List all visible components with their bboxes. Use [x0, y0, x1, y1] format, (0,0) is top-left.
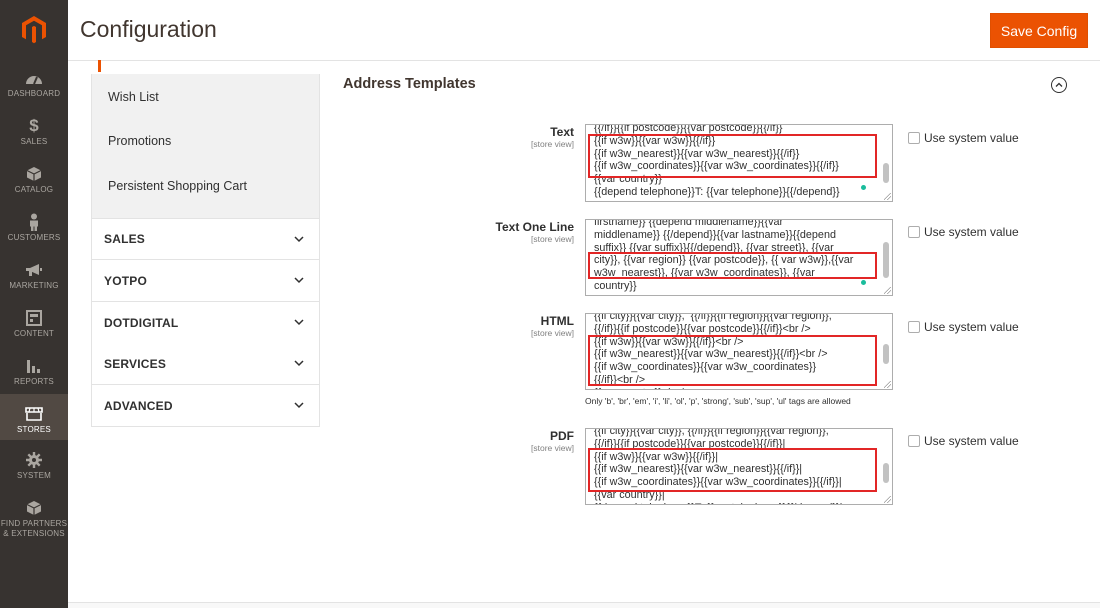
section-yotpo[interactable]: YOTPO: [91, 260, 320, 302]
checkbox-label: Use system value: [924, 131, 1019, 145]
status-dot: [861, 185, 866, 190]
tab-wish-list[interactable]: Wish List: [108, 90, 159, 104]
group-title: Address Templates: [343, 76, 476, 92]
bar-chart-icon: [26, 356, 42, 376]
nav-label: & EXTENSIONS: [3, 529, 65, 538]
field-label-pdf: PDF: [550, 429, 574, 443]
dollar-icon: $: [29, 116, 39, 135]
save-config-button[interactable]: Save Config: [990, 13, 1088, 48]
box-icon: [26, 164, 42, 184]
scope-label: [store view]: [531, 139, 574, 149]
active-tab-marker: [98, 60, 101, 72]
nav-item-system[interactable]: SYSTEM: [0, 450, 68, 496]
nav-label: CUSTOMERS: [7, 233, 61, 242]
resize-handle[interactable]: [884, 193, 891, 200]
header-divider: [68, 60, 1100, 61]
nav-label: CATALOG: [14, 185, 54, 194]
nav-label: FIND PARTNERS: [0, 519, 68, 528]
chevron-down-icon: [294, 277, 304, 284]
highlight-box: [588, 448, 877, 492]
field-label-text: Text: [550, 125, 574, 139]
store-icon: [25, 404, 43, 424]
nav-item-dashboard[interactable]: DASHBOARD: [0, 68, 68, 114]
section-label: YOTPO: [104, 273, 148, 288]
footer-divider: [68, 602, 1100, 608]
nav-label: SYSTEM: [16, 471, 52, 480]
collapse-group-button[interactable]: [1051, 77, 1067, 93]
admin-sidebar: DASHBOARD $ SALES CATALOG CUSTOMERS MARK…: [0, 0, 68, 608]
megaphone-icon: [25, 260, 43, 280]
nav-item-sales[interactable]: $ SALES: [0, 116, 68, 162]
checkbox-label: Use system value: [924, 320, 1019, 334]
status-dot: [861, 280, 866, 285]
nav-label: DASHBOARD: [7, 89, 61, 98]
layout-icon: [26, 308, 42, 328]
html-template-textarea[interactable]: {{if city}}{{var city}}, {{/if}}{{if reg…: [585, 313, 893, 390]
text-template-textarea[interactable]: {{/if}}{{if postcode}}{{var postcode}}{{…: [585, 124, 893, 202]
scope-label: [store view]: [531, 443, 574, 453]
chevron-down-icon: [294, 402, 304, 409]
nav-item-stores[interactable]: STORES: [0, 394, 68, 440]
section-label: ADVANCED: [104, 398, 173, 413]
nav-item-find-partners[interactable]: FIND PARTNERS & EXTENSIONS: [0, 498, 68, 544]
scrollbar-thumb[interactable]: [883, 163, 889, 183]
scrollbar-thumb[interactable]: [883, 242, 889, 278]
use-system-value-pdf[interactable]: Use system value: [908, 434, 1019, 448]
nav-item-content[interactable]: CONTENT: [0, 308, 68, 354]
chevron-down-icon: [294, 360, 304, 367]
nav-label: SALES: [20, 137, 48, 146]
field-label-html: HTML: [540, 314, 574, 328]
scrollbar-thumb[interactable]: [883, 344, 889, 364]
resize-handle[interactable]: [884, 287, 891, 294]
nav-label: STORES: [17, 425, 51, 434]
checkbox-label: Use system value: [924, 434, 1019, 448]
pdf-template-textarea[interactable]: {{if city}}{{var city}}, {{/if}}{{if reg…: [585, 428, 893, 505]
tab-promotions[interactable]: Promotions: [108, 134, 171, 148]
config-tab-panel: Wish List Promotions Persistent Shopping…: [91, 74, 320, 218]
page-title: Configuration: [80, 16, 217, 42]
highlight-box: [588, 134, 877, 178]
dashboard-icon: [25, 68, 43, 88]
resize-handle[interactable]: [884, 381, 891, 388]
nav-item-customers[interactable]: CUSTOMERS: [0, 212, 68, 258]
section-label: SALES: [104, 232, 146, 246]
person-icon: [28, 212, 40, 232]
checkbox[interactable]: [908, 435, 920, 447]
nav-label: REPORTS: [14, 377, 54, 386]
highlight-box: [588, 335, 877, 386]
resize-handle[interactable]: [884, 496, 891, 503]
section-sales[interactable]: SALES: [91, 218, 320, 260]
nav-label: CONTENT: [13, 329, 55, 338]
nav-item-catalog[interactable]: CATALOG: [0, 164, 68, 210]
section-services[interactable]: SERVICES: [91, 343, 320, 385]
use-system-value-text[interactable]: Use system value: [908, 131, 1019, 145]
section-dotdigital[interactable]: DOTDIGITAL: [91, 302, 320, 344]
highlight-box: [588, 252, 877, 279]
scope-label: [store view]: [531, 328, 574, 338]
use-system-value-html[interactable]: Use system value: [908, 320, 1019, 334]
section-label: DOTDIGITAL: [104, 315, 179, 330]
use-system-value-text-one-line[interactable]: Use system value: [908, 225, 1019, 239]
cube-icon: [26, 498, 42, 518]
scrollbar-thumb[interactable]: [883, 463, 889, 483]
section-advanced[interactable]: ADVANCED: [91, 385, 320, 427]
nav-item-marketing[interactable]: MARKETING: [0, 260, 68, 306]
checkbox[interactable]: [908, 226, 920, 238]
checkbox-label: Use system value: [924, 225, 1019, 239]
scope-label: [store view]: [531, 234, 574, 244]
gear-icon: [26, 450, 42, 470]
chevron-up-icon: [1055, 82, 1063, 87]
magento-logo-icon[interactable]: [0, 0, 68, 60]
allowed-tags-note: Only 'b', 'br', 'em', 'i', 'li', 'ol', '…: [585, 396, 851, 406]
field-label-text-one-line: Text One Line: [495, 220, 574, 234]
tab-persistent-cart[interactable]: Persistent Shopping Cart: [108, 179, 247, 193]
nav-label: MARKETING: [9, 281, 59, 290]
text-one-line-template-textarea[interactable]: firstname}} {{depend middlename}}{{var m…: [585, 219, 893, 296]
checkbox[interactable]: [908, 132, 920, 144]
section-label: SERVICES: [104, 356, 167, 371]
chevron-down-icon: [294, 236, 304, 243]
chevron-down-icon: [294, 319, 304, 326]
checkbox[interactable]: [908, 321, 920, 333]
